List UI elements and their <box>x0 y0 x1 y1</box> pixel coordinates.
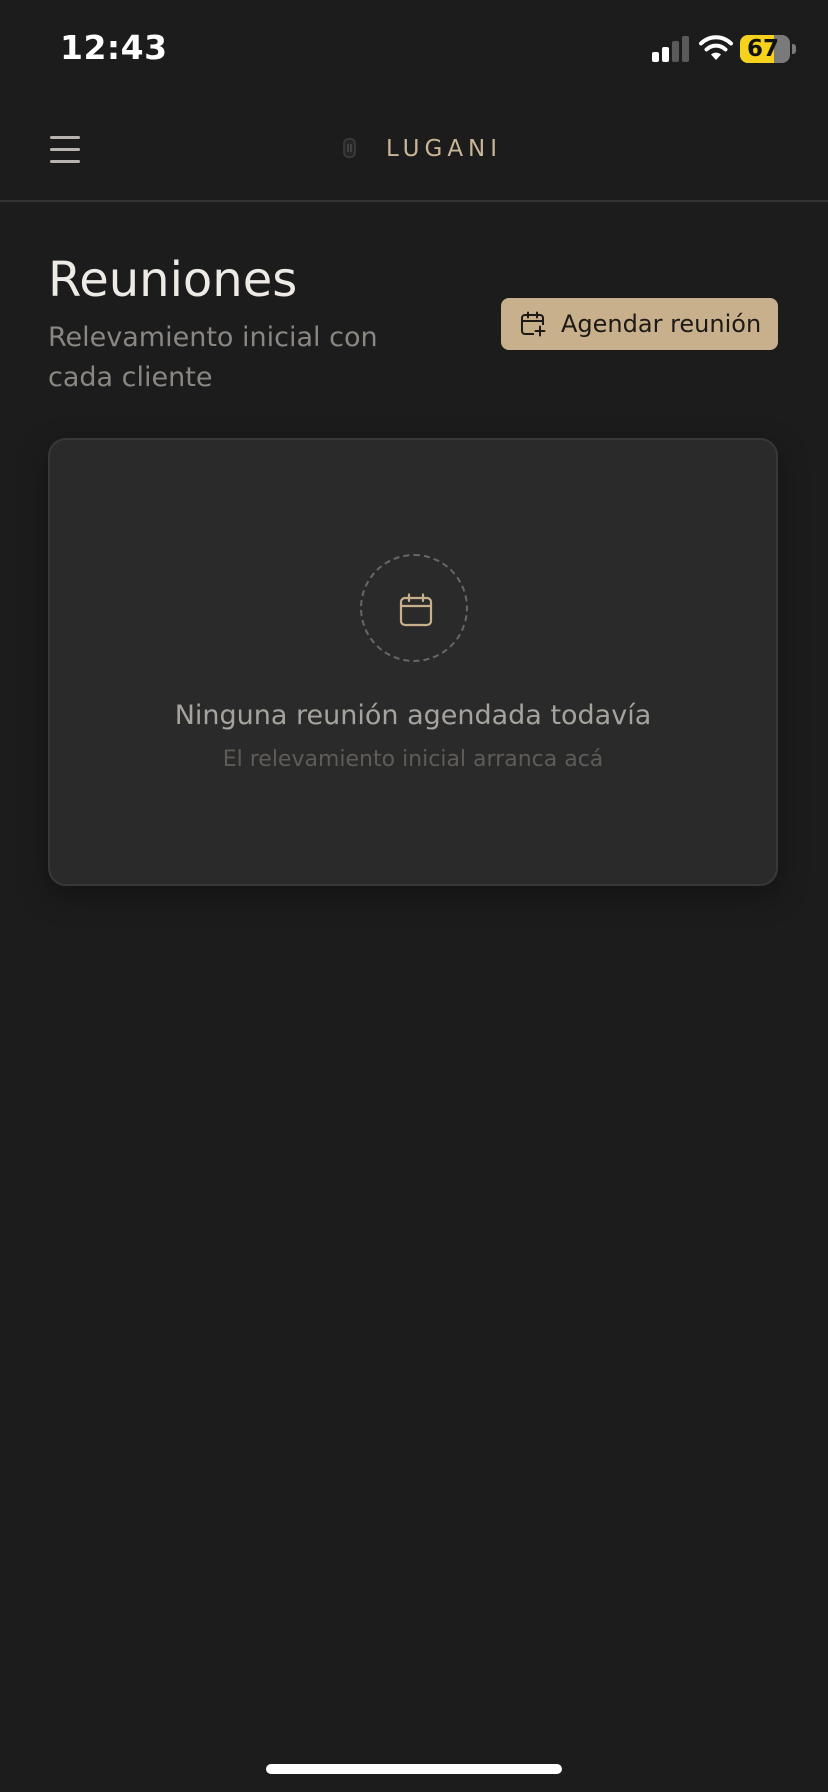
hamburger-menu-icon-middle <box>50 148 80 151</box>
status-time: 12:43 <box>60 28 168 67</box>
cellular-signal-icon <box>652 36 689 62</box>
meetings-empty-state-card: Ninguna reunión agendada todavía El rele… <box>48 438 778 886</box>
battery-indicator: 67 <box>740 35 796 63</box>
battery-body: 67 <box>740 35 790 63</box>
hamburger-menu-icon <box>50 136 80 139</box>
status-bar: 12:43 67 <box>0 0 828 100</box>
brand-name: LUGANI <box>386 136 503 162</box>
schedule-meeting-button[interactable]: Agendar reunión <box>501 298 778 350</box>
battery-nub <box>792 44 796 54</box>
page-subtitle: Relevamiento inicial con cada cliente <box>48 322 378 393</box>
menu-button[interactable] <box>44 128 88 172</box>
wifi-icon <box>699 35 733 60</box>
schedule-meeting-label: Agendar reunión <box>561 310 762 338</box>
top-app-bar: LUGANI <box>0 100 828 202</box>
page-title: Reuniones <box>48 252 298 308</box>
brand-logo-icon <box>343 138 356 158</box>
hamburger-menu-icon-bottom <box>50 160 80 163</box>
calendar-icon <box>399 593 433 627</box>
empty-state-title: Ninguna reunión agendada todavía <box>174 700 652 731</box>
battery-level: 67 <box>746 36 779 62</box>
home-indicator[interactable] <box>266 1764 562 1774</box>
empty-state-subtitle: El relevamiento inicial arranca acá <box>222 747 604 772</box>
empty-state-icon-ring <box>360 554 468 662</box>
calendar-plus-icon <box>521 311 546 337</box>
